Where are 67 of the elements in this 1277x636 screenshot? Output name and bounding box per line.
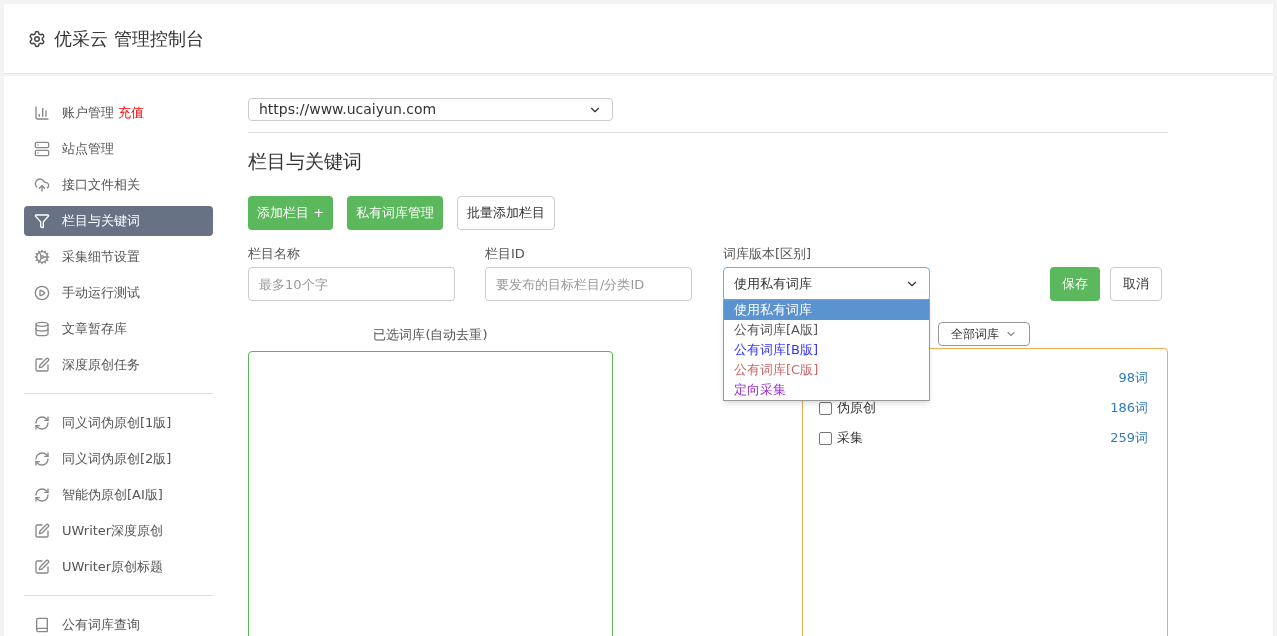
sidebar-item[interactable]: UWriter原创标题 xyxy=(24,552,213,582)
library-name: 伪原创 xyxy=(837,399,876,418)
dropdown-option[interactable]: 定向采集 xyxy=(724,379,929,400)
field-label: 栏目ID xyxy=(485,244,526,263)
filter-icon xyxy=(34,213,50,229)
sidebar-item[interactable]: 智能伪原创[AI版] xyxy=(24,480,213,510)
word-count: 259词 xyxy=(1110,429,1148,448)
sidebar-item[interactable]: 手动运行测试 xyxy=(24,278,213,308)
site-select[interactable]: https://www.ucaiyun.com xyxy=(248,98,613,121)
toolbar-button[interactable]: 批量添加栏目 xyxy=(457,195,556,230)
settings-icon xyxy=(28,29,46,48)
item-label: 公有词库查询 xyxy=(62,616,140,635)
database-icon xyxy=(34,321,50,337)
edit-icon xyxy=(34,559,50,575)
cancel-button[interactable]: 取消 xyxy=(1110,267,1162,301)
sidebar-item[interactable]: 同义词伪原创[2版] xyxy=(24,444,213,474)
item-label: UWriter深度原创 xyxy=(62,522,164,541)
id-input[interactable]: 要发布的目标栏目/分类ID xyxy=(485,267,692,301)
item-label: 接口文件相关 xyxy=(62,176,140,195)
item-label: 文章暂存库 xyxy=(62,320,127,339)
refresh-icon xyxy=(34,487,50,503)
item-label: 站点管理 xyxy=(62,140,114,159)
refresh-icon xyxy=(34,415,50,431)
library-checkbox[interactable] xyxy=(819,401,832,415)
word-count: 186词 xyxy=(1110,399,1148,418)
sidebar-item[interactable]: 栏目与关键词 xyxy=(24,206,213,236)
gear-icon xyxy=(34,249,50,265)
word-count: 98词 xyxy=(1118,369,1148,388)
sidebar-item[interactable]: 接口文件相关 xyxy=(24,170,213,200)
sidebar-item[interactable]: 站点管理 xyxy=(24,134,213,164)
edit-icon xyxy=(34,357,50,373)
item-label: 手动运行测试 xyxy=(62,284,140,303)
dropdown-option[interactable]: 公有词库[A版] xyxy=(724,319,929,340)
field-label: 词库版本[区别] xyxy=(723,244,813,263)
item-label: 采集细节设置 xyxy=(62,248,140,267)
sidebar-item[interactable]: 账户管理 充值 xyxy=(24,98,213,128)
book-icon xyxy=(34,617,50,633)
library-checkbox[interactable] xyxy=(819,431,832,445)
library-filter-select[interactable]: 全部词库 xyxy=(938,322,1030,346)
section-title: 栏目与关键词 xyxy=(248,149,363,174)
cloud-upload-icon xyxy=(34,177,50,193)
sidebar-item[interactable]: 采集细节设置 xyxy=(24,242,213,272)
sidebar-item[interactable]: UWriter深度原创 xyxy=(24,516,213,546)
item-label: 账户管理 xyxy=(62,104,114,123)
item-label: 同义词伪原创[1版] xyxy=(62,414,172,433)
item-label: 栏目与关键词 xyxy=(62,212,140,231)
recharge-link[interactable]: 充值 xyxy=(118,103,144,123)
edit-icon xyxy=(34,523,50,539)
console-title: 优采云 管理控制台 xyxy=(54,27,204,51)
panel-title: 已选词库(自动去重) xyxy=(373,326,488,344)
refresh-icon xyxy=(34,451,50,467)
name-input[interactable]: 最多10个字 xyxy=(248,267,455,301)
dropdown-option[interactable]: 公有词库[C版] xyxy=(724,359,929,380)
sidebar-item[interactable]: 同义词伪原创[1版] xyxy=(24,408,213,438)
item-label: UWriter原创标题 xyxy=(62,558,164,577)
item-label: 智能伪原创[AI版] xyxy=(62,486,163,505)
field-label: 栏目名称 xyxy=(248,244,301,263)
dropdown-option[interactable]: 公有词库[B版] xyxy=(724,339,929,360)
library-name: 采集 xyxy=(837,429,863,448)
server-icon xyxy=(34,141,50,157)
item-label: 深度原创任务 xyxy=(62,356,140,375)
bar-chart-icon xyxy=(34,105,50,121)
item-label: 同义词伪原创[2版] xyxy=(62,450,172,469)
sidebar-item[interactable]: 深度原创任务 xyxy=(24,350,213,380)
sidebar-item[interactable]: 公有词库查询 xyxy=(24,610,213,636)
sidebar-item[interactable]: 文章暂存库 xyxy=(24,314,213,344)
play-icon xyxy=(34,285,50,301)
